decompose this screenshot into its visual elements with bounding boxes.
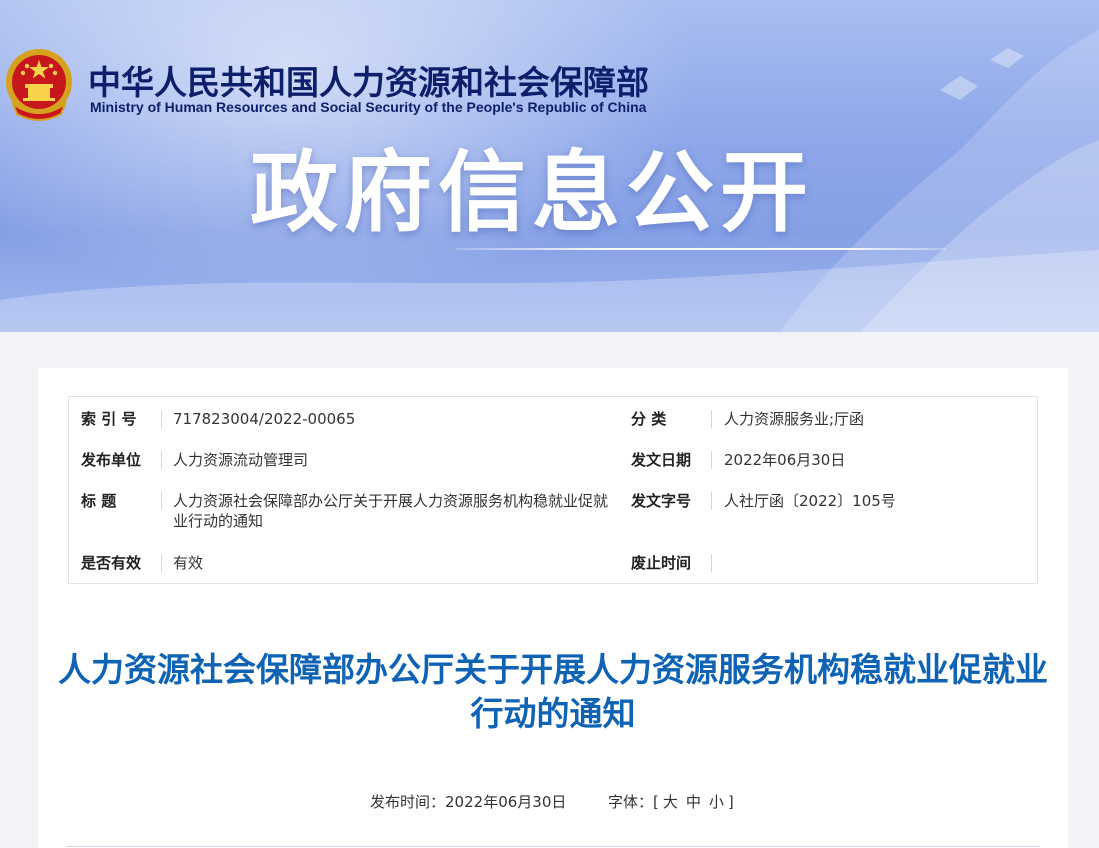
bracket-close: ] <box>727 793 734 811</box>
issue-date-value: 2022年06月30日 <box>724 451 846 469</box>
label-separator <box>161 554 162 572</box>
article-title: 人力资源社会保障部办公厅关于开展人力资源服务机构稳就业促就业行动的通知 <box>58 650 1048 733</box>
font-medium-button[interactable]: 中 <box>686 793 701 811</box>
title-value: 人力资源社会保障部办公厅关于开展人力资源服务机构稳就业促就业行动的通知 <box>173 492 609 530</box>
national-emblem-icon <box>6 49 72 121</box>
label-separator <box>711 554 712 572</box>
label-separator <box>711 410 712 428</box>
category-value: 人力资源服务业;厅函 <box>724 410 865 428</box>
font-size-control: 字体：[大中小] <box>608 791 734 812</box>
title-label: 标 题 <box>81 492 117 510</box>
publish-time-label: 发布时间： <box>370 793 446 811</box>
bracket-open: [ <box>653 793 659 811</box>
font-size-label: 字体： <box>608 793 654 811</box>
banner-title: 政府信息公开 <box>250 141 815 244</box>
validity-label: 是否有效 <box>81 554 142 572</box>
validity-value: 有效 <box>173 554 204 572</box>
publish-time-value: 2022年06月30日 <box>445 793 567 811</box>
ministry-name-en: Ministry of Human Resources and Social S… <box>90 99 647 115</box>
article-meta: 发布时间：2022年06月30日 字体：[大中小] <box>38 791 1068 813</box>
header-banner: 中华人民共和国人力资源和社会保障部 Ministry of Human Reso… <box>0 0 1099 332</box>
ministry-name-cn: 中华人民共和国人力资源和社会保障部 <box>88 63 649 102</box>
document-info-table: 索 引 号 717823004/2022-00065 分 类 人力资源服务业;厅… <box>68 396 1038 584</box>
publisher-label: 发布单位 <box>81 451 142 469</box>
category-label: 分 类 <box>631 410 667 428</box>
label-separator <box>161 410 162 428</box>
label-separator <box>161 451 162 469</box>
index-number-value: 717823004/2022-00065 <box>173 410 356 428</box>
font-small-button[interactable]: 小 <box>709 793 724 811</box>
doc-number-label: 发文字号 <box>631 492 692 510</box>
label-separator <box>711 492 712 510</box>
publish-time: 发布时间：2022年06月30日 <box>370 791 566 812</box>
doc-number-value: 人社厅函〔2022〕105号 <box>724 492 896 510</box>
repeal-date-label: 废止时间 <box>631 554 692 572</box>
label-separator <box>161 492 162 510</box>
publisher-value: 人力资源流动管理司 <box>173 451 309 469</box>
label-separator <box>711 451 712 469</box>
content-divider <box>66 846 1040 847</box>
banner-divider <box>456 248 946 250</box>
content-panel: 索 引 号 717823004/2022-00065 分 类 人力资源服务业;厅… <box>38 368 1068 848</box>
font-large-button[interactable]: 大 <box>663 793 678 811</box>
issue-date-label: 发文日期 <box>631 451 692 469</box>
index-number-label: 索 引 号 <box>81 410 137 428</box>
